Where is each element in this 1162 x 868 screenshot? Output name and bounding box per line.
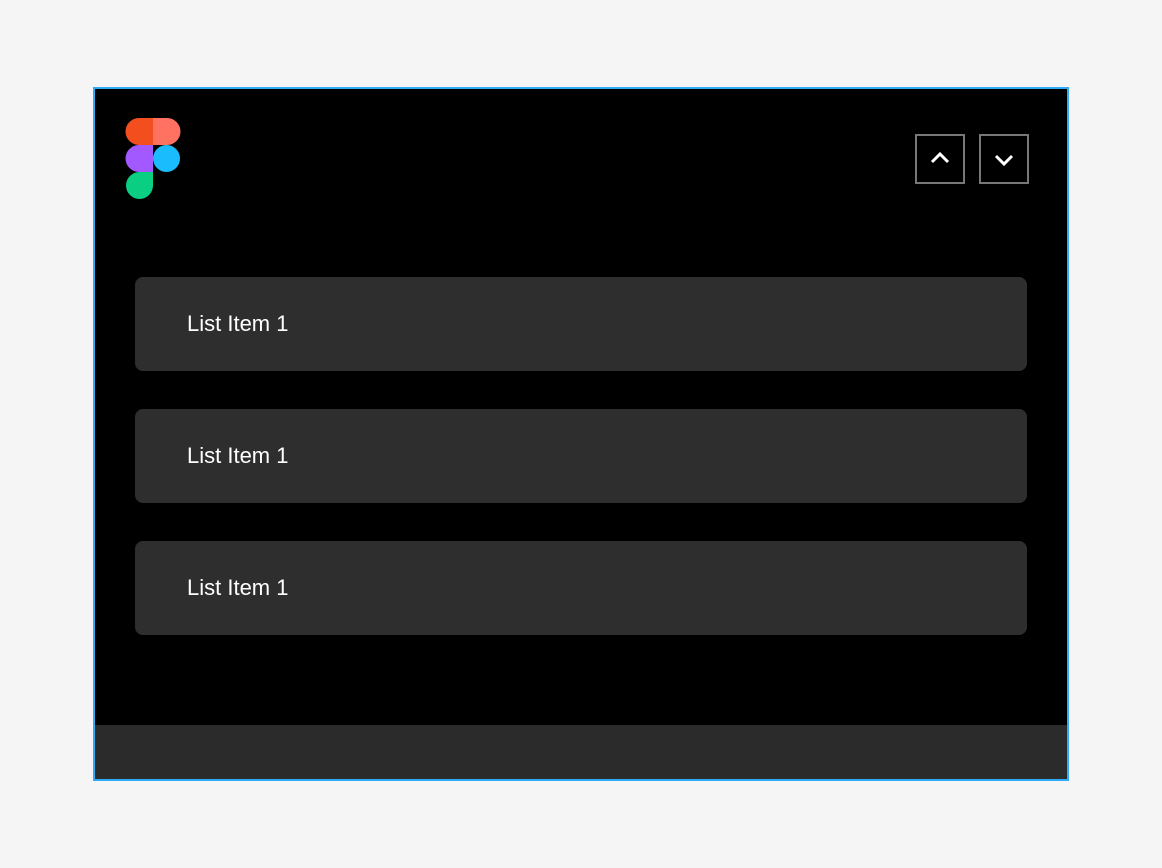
list-content: List Item 1 List Item 1 List Item 1 [95, 229, 1067, 725]
list-item-label: List Item 1 [187, 443, 288, 469]
nav-controls [915, 134, 1029, 184]
chevron-up-icon [928, 147, 952, 171]
header [95, 89, 1067, 229]
list-item[interactable]: List Item 1 [135, 409, 1027, 503]
list-item-label: List Item 1 [187, 311, 288, 337]
logo [125, 118, 181, 200]
nav-up-button[interactable] [915, 134, 965, 184]
panel: List Item 1 List Item 1 List Item 1 [93, 87, 1069, 781]
list-item-label: List Item 1 [187, 575, 288, 601]
chevron-down-icon [992, 147, 1016, 171]
list-item[interactable]: List Item 1 [135, 277, 1027, 371]
nav-down-button[interactable] [979, 134, 1029, 184]
figma-logo-icon [125, 118, 181, 200]
footer-bar [95, 725, 1067, 779]
list-item[interactable]: List Item 1 [135, 541, 1027, 635]
